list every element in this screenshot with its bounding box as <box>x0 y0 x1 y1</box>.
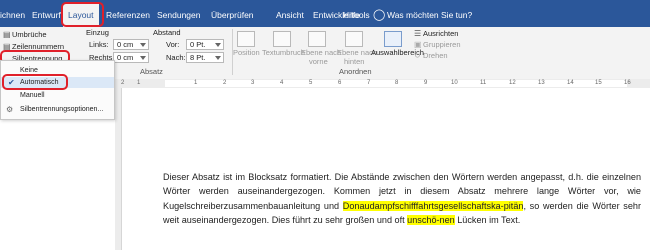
tab-sendungen[interactable]: Sendungen <box>157 5 201 25</box>
ruler-label: 16 <box>624 80 631 86</box>
ruler-label: 13 <box>538 80 545 86</box>
ruler-label: 1 <box>194 80 198 86</box>
ruler-label: 1 <box>137 80 141 86</box>
lightbulb-icon: ◯ <box>373 9 386 21</box>
menu-item-label: Silbentrennungsoptionen... <box>20 106 104 113</box>
wrap-text-icon <box>273 31 291 47</box>
ruler-label: 5 <box>309 80 313 86</box>
ruler-label: 4 <box>280 80 284 86</box>
ruler-label: 2 <box>223 80 227 86</box>
tab-entwurf[interactable]: Entwurf <box>32 5 61 25</box>
bring-forward-button-line2: vorne <box>309 57 328 66</box>
group-icon: ▣ <box>414 40 422 49</box>
menu-item-label: Manuell <box>20 92 45 99</box>
hyphenation-options-icon: ⚙ <box>6 105 14 114</box>
breaks-button[interactable]: Umbrüche <box>12 30 47 39</box>
position-icon <box>237 31 255 47</box>
automatic-callout <box>2 74 68 90</box>
send-backward-icon <box>345 31 363 47</box>
arrange-group-label: Anordnen <box>339 67 372 76</box>
paragraph-text: Lücken im Text. <box>454 214 521 225</box>
ruler-label: 6 <box>338 80 342 86</box>
selection-pane-icon <box>384 31 402 47</box>
bring-forward-icon <box>308 31 326 47</box>
ruler-label: 12 <box>509 80 516 86</box>
spacing-after-label: Nach: <box>166 53 186 62</box>
ruler-label: 9 <box>424 80 428 86</box>
indent-right-input[interactable]: 0 cm <box>113 52 149 63</box>
paragraph-group-label: Absatz <box>140 67 163 76</box>
align-button[interactable]: Ausrichten <box>423 29 458 38</box>
ruler-label: 8 <box>395 80 399 86</box>
tab-hilfe[interactable]: Hilfe <box>343 5 360 25</box>
ruler-label: 15 <box>595 80 602 86</box>
tab-ansicht[interactable]: Ansicht <box>276 5 304 25</box>
ruler-label: 14 <box>567 80 574 86</box>
menu-item-silbentrennungsoptionen[interactable]: ⚙ Silbentrennungsoptionen... <box>1 104 114 115</box>
spacing-after-input[interactable]: 8 Pt. <box>186 52 224 63</box>
ruler-label: 7 <box>367 80 371 86</box>
hyphenation-menu: Keine ✔ Automatisch Manuell ⚙ Silbentrennu… <box>0 60 115 120</box>
tab-zeichnen[interactable]: ichnen <box>0 5 25 25</box>
tab-referenzen[interactable]: Referenzen <box>106 5 150 25</box>
indent-left-label: Links: <box>89 40 109 49</box>
wrap-text-button[interactable]: Textumbruch <box>262 48 305 57</box>
ruler-label: 3 <box>251 80 255 86</box>
body-paragraph: Dieser Absatz ist im Blocksatz formatier… <box>163 170 641 227</box>
highlighted-word: unschö-nen <box>407 214 455 225</box>
indent-left-input[interactable]: 0 cm <box>113 39 149 50</box>
rotate-icon: ↻ <box>414 51 421 60</box>
position-button[interactable]: Position <box>233 48 260 57</box>
ruler-label: 2 <box>121 80 125 86</box>
spacing-before-label: Vor: <box>166 40 180 49</box>
tell-me-box[interactable]: Was möchten Sie tun? <box>387 5 472 25</box>
highlighted-word: Donaudampfschifffahrtsgesellschafts­ka-p… <box>342 200 524 211</box>
ruler-label: 10 <box>451 80 458 86</box>
menu-item-label: Keine <box>20 67 38 74</box>
rotate-button[interactable]: Drehen <box>423 51 448 60</box>
group-button[interactable]: Gruppieren <box>423 40 461 49</box>
send-backward-button-line2: hinten <box>344 57 365 66</box>
tab-ueberpruefen[interactable]: Überprüfen <box>211 5 254 25</box>
ruler-label: 11 <box>480 80 487 86</box>
tab-entwicklertools[interactable]: Entwicklertools <box>313 5 370 25</box>
align-icon: ☰ <box>414 29 422 38</box>
spacing-title: Abstand <box>153 28 181 37</box>
layout-tab-callout <box>61 2 104 27</box>
spacing-before-input[interactable]: 0 Pt. <box>186 39 224 50</box>
indent-title: Einzug <box>86 28 109 37</box>
breaks-icon: ▤ <box>3 30 11 39</box>
bring-forward-button[interactable]: Ebene nach <box>301 48 341 57</box>
menu-item-manuell[interactable]: Manuell <box>1 90 114 101</box>
vertical-ruler <box>115 88 122 250</box>
